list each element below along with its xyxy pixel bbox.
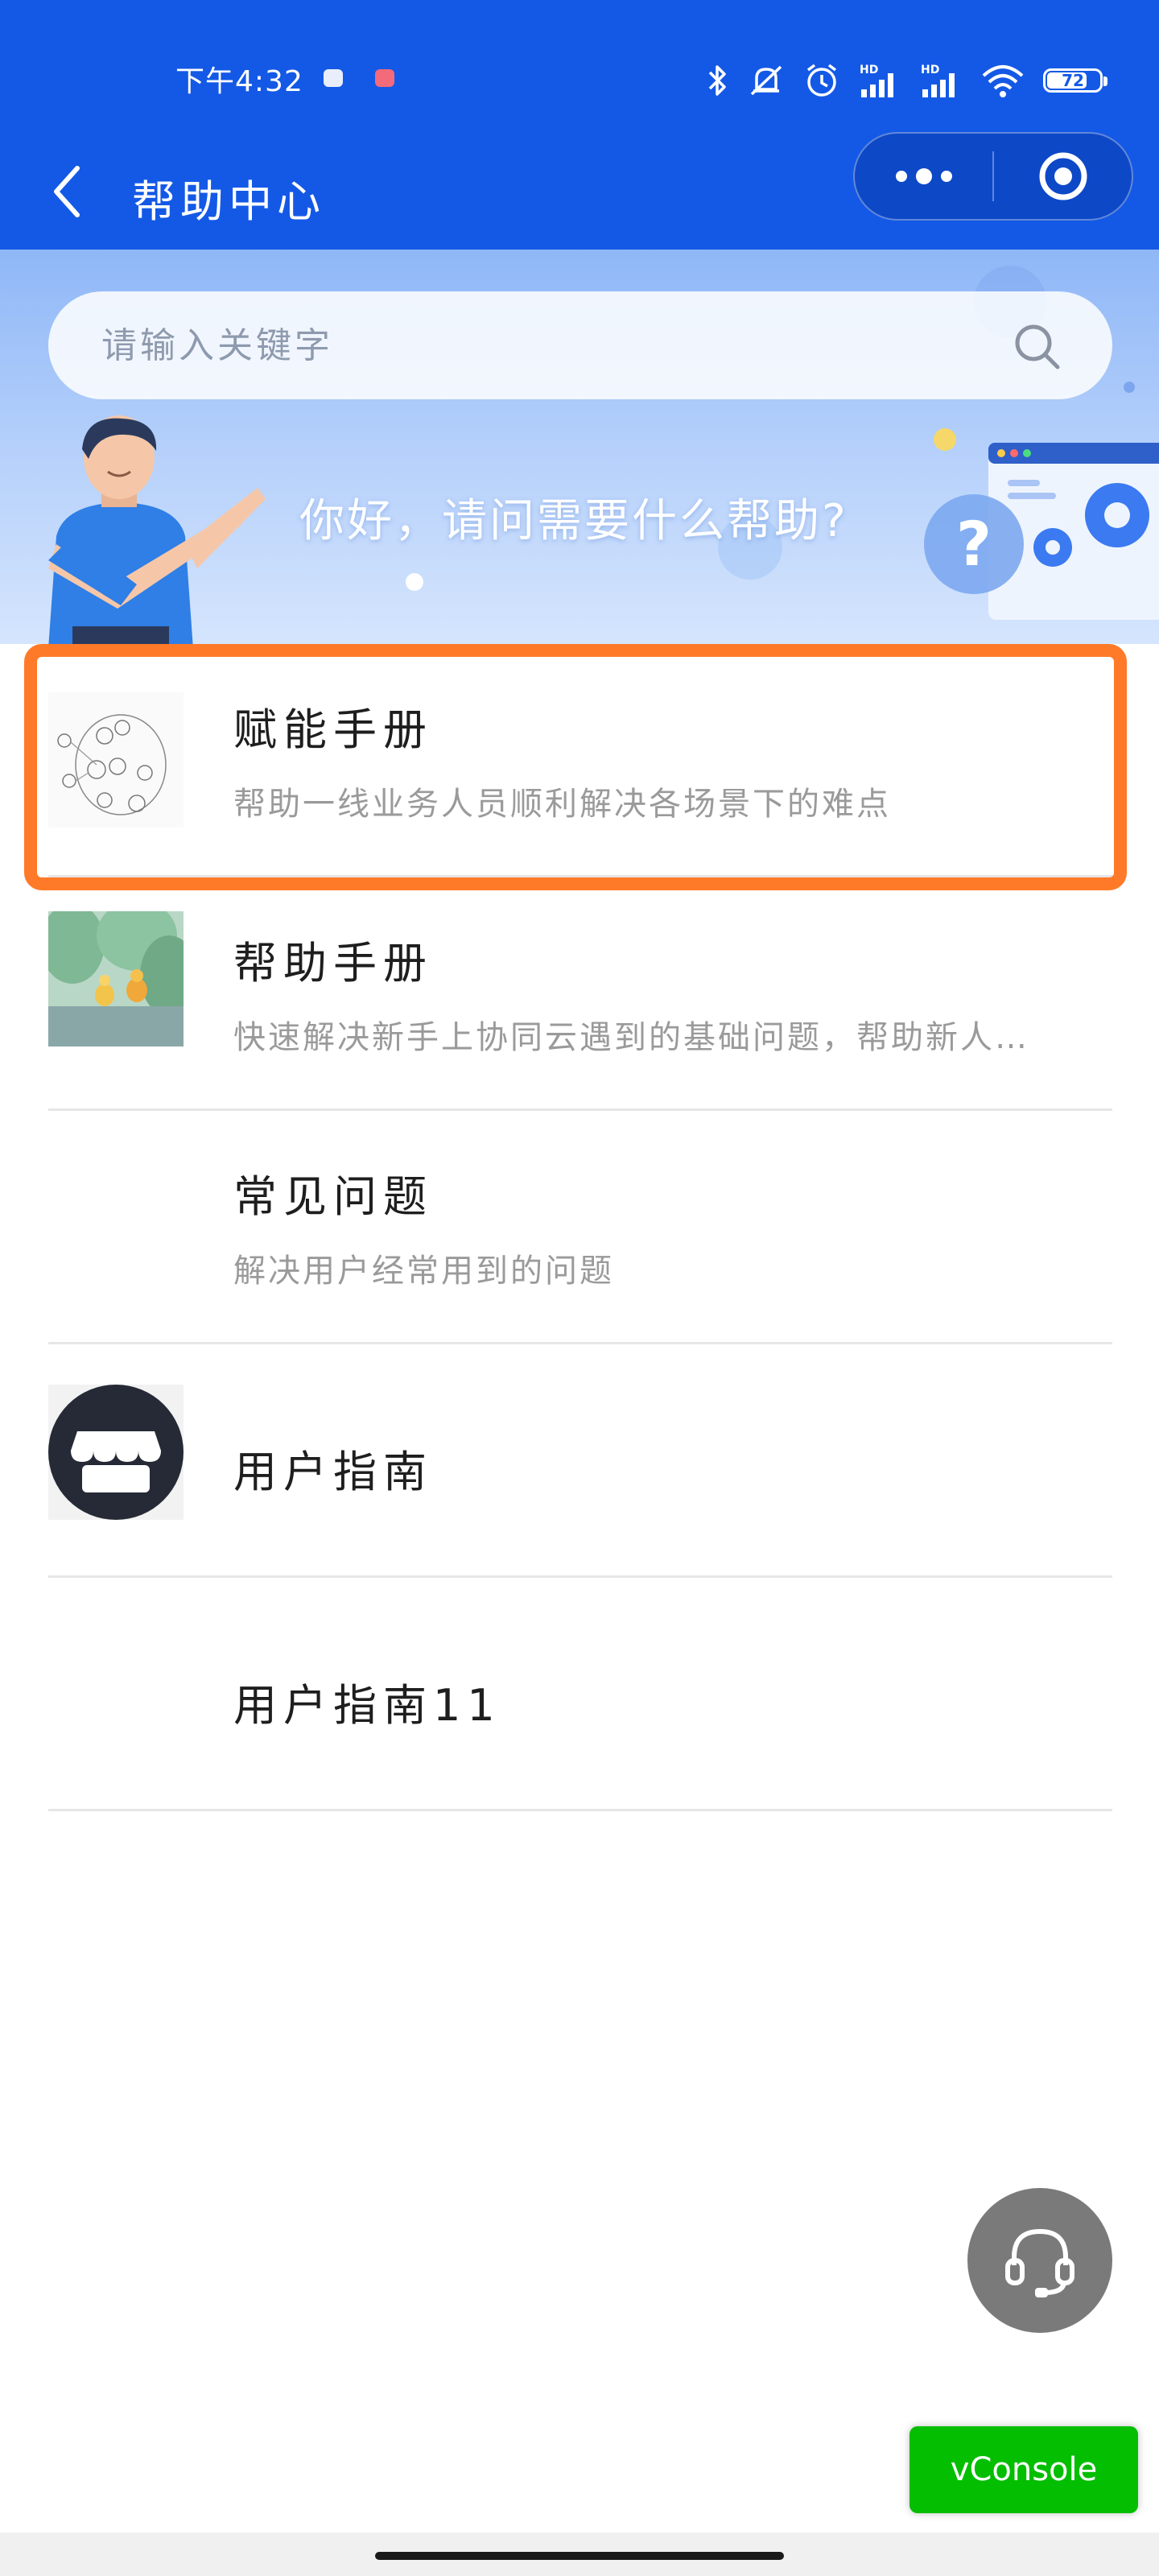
hd-label: HD [860,64,878,76]
mindmap-image [57,714,167,815]
status-bar: 下午4:32 HD HD 72 [0,0,1159,153]
mindmap-thumbnail [48,692,184,828]
item-description: 快速解决新手上协同云遇到的基础问题，帮助新人… [233,1019,1029,1056]
more-button[interactable] [855,134,992,219]
hd-label: HD [921,64,939,76]
nav-bar: 帮助中心 [0,132,1159,250]
page-title: 帮助中心 [132,176,325,227]
support-agent-illustration [48,415,266,644]
gesture-bar [0,2533,1159,2576]
list-item-empowerment-manual[interactable]: 赋能手册 帮助一线业务人员顺利解决各场景下的难点 [48,644,1112,877]
battery-icon: 72 [1043,68,1107,93]
decor-bubble [406,573,423,591]
signal-hd-icon: HD [921,64,955,97]
list-item-user-guide-11[interactable]: 用户指南11 [48,1578,1112,1811]
item-title: 常见问题 [233,1171,433,1222]
headset-icon [1005,2228,1074,2297]
list-item-user-guide[interactable]: 用户指南 [48,1344,1112,1578]
notification-app-icon [375,69,394,87]
more-dots-icon [895,168,952,184]
item-title: 用户指南 [233,1447,433,1497]
list-item-help-manual[interactable]: 帮助手册 快速解决新手上协同云遇到的基础问题，帮助新人… [48,877,1112,1111]
decor-bubble [1124,382,1135,393]
notification-app-icon [324,69,343,87]
search-bar[interactable] [48,291,1112,399]
item-description: 解决用户经常用到的问题 [233,1253,614,1290]
mute-icon [750,65,782,96]
hero-banner: 你好，请问需要什么帮助? ? [0,250,1159,644]
divider [48,1809,1112,1811]
list-item-faq[interactable]: 常见问题 解决用户经常用到的问题 [48,1111,1112,1344]
bluetooth-icon [708,65,726,96]
home-indicator[interactable] [375,2552,784,2560]
settings-window-illustration: ? [924,443,1159,620]
item-title: 用户指南11 [233,1680,501,1731]
battery-level: 72 [1062,71,1084,90]
vconsole-button[interactable]: vConsole [909,2426,1138,2513]
store-thumbnail [48,1385,184,1520]
greeting-text: 你好，请问需要什么帮助? [299,495,848,547]
item-description: 帮助一线业务人员顺利解决各场景下的难点 [233,786,891,823]
chevron-left-icon [54,166,80,217]
customer-service-button[interactable] [967,2188,1112,2333]
svg-text:?: ? [956,508,992,580]
target-circle-icon [1039,152,1087,200]
rainy-scene-thumbnail [48,911,184,1046]
rainy-scene-image [48,911,184,1046]
close-miniprogram-button[interactable] [994,134,1132,219]
item-title: 帮助手册 [233,938,433,989]
search-icon[interactable] [1011,320,1062,372]
back-button[interactable] [42,151,90,232]
search-input[interactable] [100,324,988,367]
signal-hd-icon: HD [860,64,893,97]
wifi-icon [982,65,1024,97]
store-icon [48,1385,184,1520]
item-title: 赋能手册 [233,704,433,755]
status-indicators: HD HD 72 [705,56,1107,105]
alarm-icon [806,64,837,97]
status-time: 下午4:32 [175,65,303,98]
mini-program-capsule [853,132,1133,221]
